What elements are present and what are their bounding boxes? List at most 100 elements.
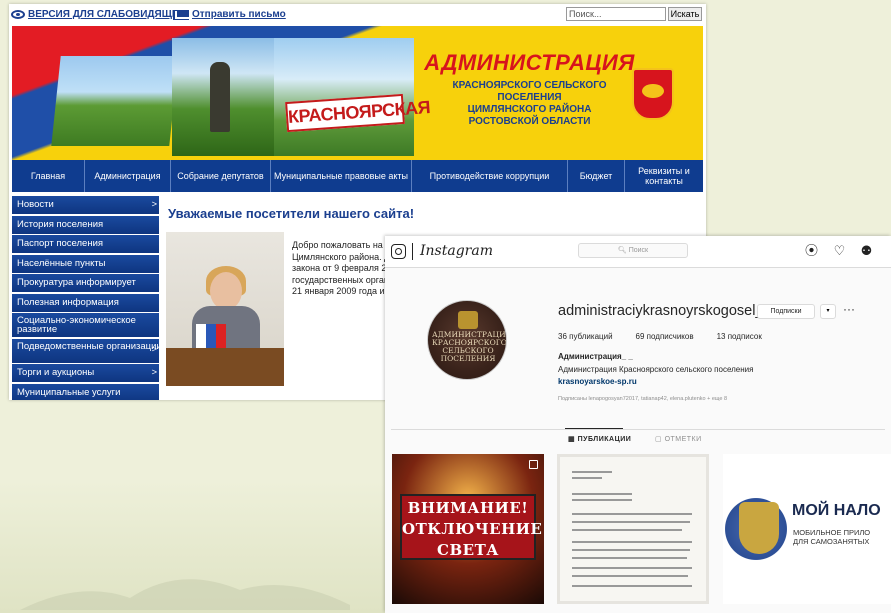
sidebar-item-label: Торги и аукционы [17, 367, 95, 378]
monument-statue [210, 62, 230, 132]
chevron-right-icon: > [151, 343, 157, 355]
profile-link[interactable]: krasnoyarskoe-sp.ru [558, 377, 637, 386]
profile-username: administraciykrasnoyrskogosel_ [558, 303, 764, 319]
instagram-camera-icon[interactable] [391, 244, 406, 259]
nav-item-legal-acts[interactable]: Муниципальные правовые акты [271, 160, 412, 192]
following-button[interactable]: Подписки [757, 304, 815, 319]
sidebar-item-passport[interactable]: Паспорт поселения [12, 235, 162, 253]
doc-line [572, 471, 612, 473]
banner-title-block: АДМИНИСТРАЦИЯ КРАСНОЯРСКОГО СЕЛЬСКОГО ПО… [422, 50, 637, 128]
sidebar-item-label: Полезная информация [17, 296, 119, 308]
doc-line [572, 513, 692, 515]
send-letter-link[interactable]: Отправить письмо [173, 9, 286, 20]
sidebar-menu: Новости > История поселения Паспорт посел… [12, 196, 162, 400]
posts-count: 36 публикаций [558, 332, 613, 341]
nav-item-budget[interactable]: Бюджет [568, 160, 625, 192]
sidebar-item-label: История поселения [17, 218, 104, 230]
compass-icon[interactable]: ⦿ [805, 244, 818, 257]
doc-line [572, 557, 687, 559]
followed-by-text[interactable]: Подписаны lenapogosyan72017, tatianap42,… [558, 396, 727, 402]
site-search-input[interactable]: Поиск... [566, 7, 666, 21]
banner-subtitle-line: КРАСНОЯРСКОГО СЕЛЬСКОГО ПОСЕЛЕНИЯ [452, 80, 607, 103]
sidebar-item-services[interactable]: Муниципальные услуги [12, 383, 162, 400]
nav-item-home[interactable]: Главная [12, 160, 85, 192]
following-count[interactable]: 13 подписок [717, 332, 762, 341]
more-options-icon[interactable]: ··· [843, 302, 855, 316]
banner-subtitle-line: ЦИМЛЯНСКОГО РАЙОНА [467, 104, 592, 115]
post-power-outage-text: ВНИМАНИЕ! ОТКЛЮЧЕНИЕ СВЕТА [400, 494, 542, 560]
site-search-button[interactable]: Искать [668, 7, 702, 21]
sidebar-item-label: Населённые пункты [17, 257, 106, 269]
tab-tagged-label: ОТМЕТКИ [664, 436, 702, 443]
post-tax-subtitle-line: МОБИЛЬНОЕ ПРИЛО [793, 528, 871, 537]
sidebar-item-label: Прокуратура информирует [17, 277, 136, 288]
instagram-wordmark[interactable]: Instagram [420, 243, 493, 259]
sidebar-item-label: Муниципальные услуги [17, 386, 121, 398]
sidebar-item-organizations[interactable]: Подведомственные организации > [12, 338, 162, 363]
post-tile[interactable] [557, 454, 709, 604]
avatar-emblem [458, 311, 478, 329]
sidebar-item-label: Паспорт поселения [17, 238, 104, 249]
banner-photo-landscape [51, 56, 179, 146]
sidebar-item-auctions[interactable]: Торги и аукционы > [12, 364, 162, 382]
doc-line [572, 541, 692, 543]
tabs-divider [391, 429, 885, 430]
main-navigation: Главная Администрация Собрание депутатов… [12, 160, 703, 192]
carousel-icon [529, 460, 538, 469]
header-separator [412, 243, 413, 260]
head-portrait-photo [166, 232, 284, 386]
instagram-search-input[interactable]: 🔍︎ Поиск [578, 243, 688, 258]
post-tax-subtitle: МОБИЛЬНОЕ ПРИЛО ДЛЯ САМОЗАНЯТЫХ [793, 528, 870, 546]
profile-avatar[interactable]: АДМИНИСТРАЦИЯ КРАСНОЯРСКОГО СЕЛЬСКОГО ПО… [427, 300, 507, 380]
sidebar-item-useful-info[interactable]: Полезная информация [12, 293, 162, 312]
document-image [560, 457, 706, 601]
low-vision-link[interactable]: ВЕРСИЯ ДЛЯ СЛАБОВИДЯЩИХ [11, 9, 186, 20]
doc-line [572, 521, 690, 523]
sidebar-item-label: Социально-экономическое развитие [17, 315, 136, 335]
chevron-down-icon[interactable]: ▾ [820, 304, 836, 319]
sidebar-item-settlements[interactable]: Населённые пункты [12, 254, 162, 273]
doc-line [572, 499, 632, 501]
post-tax-subtitle-line: ДЛЯ САМОЗАНЯТЫХ [793, 537, 870, 546]
banner-subtitle: КРАСНОЯРСКОГО СЕЛЬСКОГО ПОСЕЛЕНИЯ ЦИМЛЯН… [422, 80, 637, 128]
instagram-window: Instagram 🔍︎ Поиск ⦿ ♡ ⚉ АДМИНИСТРАЦИЯ К… [385, 236, 891, 613]
envelope-icon [173, 9, 189, 20]
top-bar: ВЕРСИЯ ДЛЯ СЛАБОВИДЯЩИХ Отправить письмо… [9, 4, 706, 26]
active-tab-indicator [565, 428, 623, 429]
avatar-plate-text: АДМИНИСТРАЦИЯ КРАСНОЯРСКОГО СЕЛЬСКОГО ПО… [432, 330, 507, 363]
doc-line [572, 493, 632, 495]
sidebar-item-development[interactable]: Социально-экономическое развитие [12, 313, 162, 337]
doc-line [572, 529, 682, 531]
nav-item-deputies[interactable]: Собрание депутатов [171, 160, 271, 192]
tab-posts[interactable]: ▦ ПУБЛИКАЦИИ [568, 435, 631, 443]
search-placeholder: Поиск [628, 247, 649, 254]
coat-of-arms-icon [632, 68, 674, 120]
doc-line [572, 549, 690, 551]
sidebar-item-history[interactable]: История поселения [12, 215, 162, 234]
doc-line [572, 585, 692, 587]
site-banner: КРАСНОЯРСКАЯ АДМИНИСТРАЦИЯ КРАСНОЯРСКОГО… [12, 26, 703, 160]
person-icon[interactable]: ⚉ [860, 244, 873, 257]
eagle-emblem-icon [739, 502, 779, 554]
post-tile[interactable]: МОЙ НАЛО МОБИЛЬНОЕ ПРИЛО ДЛЯ САМОЗАНЯТЫХ [723, 454, 891, 604]
banner-title: АДМИНИСТРАЦИЯ [424, 50, 635, 75]
portrait-desk [166, 348, 284, 386]
post-tax-title: МОЙ НАЛО [792, 502, 881, 519]
heart-icon[interactable]: ♡ [833, 244, 846, 257]
nav-item-anti-corruption[interactable]: Противодействие коррупции [412, 160, 568, 192]
sidebar-item-label: Подведомственные организации [17, 340, 162, 352]
tab-tagged[interactable]: ▢ ОТМЕТКИ [655, 435, 702, 443]
sidebar-item-news[interactable]: Новости > [12, 196, 162, 214]
background-plant-silhouette [20, 579, 350, 610]
profile-stats: 36 публикаций 69 подписчиков 13 подписок [558, 332, 762, 341]
sidebar-item-prosecutor[interactable]: Прокуратура информирует [12, 274, 162, 292]
eye-icon [11, 10, 25, 19]
nav-item-contacts[interactable]: Реквизиты и контакты [625, 160, 703, 192]
nav-item-administration[interactable]: Администрация [85, 160, 171, 192]
doc-line [572, 567, 692, 569]
followers-count[interactable]: 69 подписчиков [636, 332, 694, 341]
chevron-right-icon: > [151, 199, 157, 210]
post-tile[interactable]: ВНИМАНИЕ! ОТКЛЮЧЕНИЕ СВЕТА [392, 454, 544, 604]
low-vision-label: ВЕРСИЯ ДЛЯ СЛАБОВИДЯЩИХ [28, 9, 186, 20]
portrait-face [210, 272, 242, 310]
